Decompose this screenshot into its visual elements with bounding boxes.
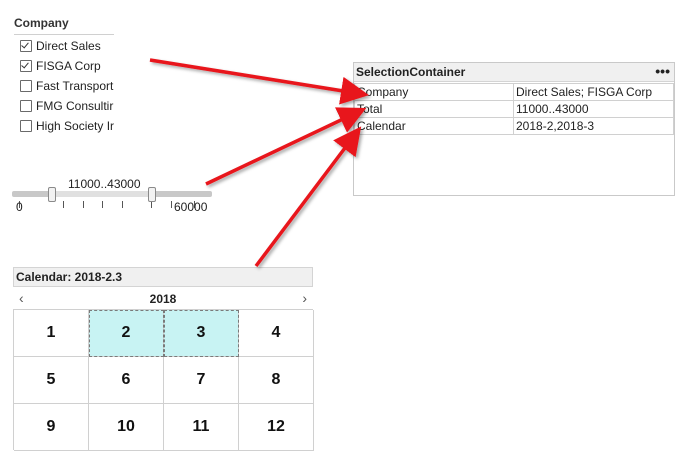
selection-field: Total bbox=[354, 100, 514, 118]
company-option-label: Direct Sales bbox=[36, 39, 101, 53]
month-cell-2[interactable]: 2 bbox=[89, 310, 164, 357]
slider-max-label: 60000 bbox=[174, 200, 208, 214]
checkbox[interactable] bbox=[20, 80, 32, 92]
selection-table: Company Direct Sales; FISGA Corp Total 1… bbox=[354, 83, 674, 135]
company-filter-panel: Company Direct Sales FISGA Corp Fast Tra… bbox=[14, 14, 114, 144]
slider-tick bbox=[63, 201, 64, 208]
slider-low-handle[interactable] bbox=[48, 187, 56, 202]
month-cell-7[interactable]: 7 bbox=[164, 357, 239, 404]
company-option-label: FMG Consultir bbox=[36, 99, 114, 113]
calendar-header: Calendar: 2018-2.3 bbox=[13, 267, 313, 287]
company-option-fast-transport[interactable]: Fast Transport bbox=[20, 76, 120, 96]
selection-container: SelectionContainer ••• Company Direct Sa… bbox=[353, 62, 675, 196]
month-cell-6[interactable]: 6 bbox=[89, 357, 164, 404]
checkbox[interactable] bbox=[20, 120, 32, 132]
selection-value: Direct Sales; FISGA Corp bbox=[513, 83, 674, 101]
table-row: Calendar 2018-2,2018-3 bbox=[354, 117, 674, 135]
slider-tick bbox=[102, 201, 103, 208]
slider-tick bbox=[171, 201, 172, 208]
selection-field: Calendar bbox=[354, 117, 514, 135]
table-row: Company Direct Sales; FISGA Corp bbox=[354, 83, 674, 101]
month-cell-3[interactable]: 3 bbox=[164, 310, 239, 357]
checkbox[interactable] bbox=[20, 60, 32, 72]
selection-container-title: SelectionContainer bbox=[356, 65, 466, 79]
month-cell-9[interactable]: 9 bbox=[14, 404, 89, 451]
checkbox[interactable] bbox=[20, 100, 32, 112]
company-option-label: High Society Ir bbox=[36, 119, 115, 133]
arrow-slider-to-selection bbox=[205, 107, 367, 186]
arrow-calendar-to-selection bbox=[254, 126, 362, 268]
company-option-label: Fast Transport bbox=[36, 79, 114, 93]
month-cell-8[interactable]: 8 bbox=[239, 357, 314, 404]
slider-tick bbox=[83, 201, 84, 208]
month-cell-4[interactable]: 4 bbox=[239, 310, 314, 357]
calendar-title: Calendar: 2018-2.3 bbox=[16, 270, 123, 284]
checkbox[interactable] bbox=[20, 40, 32, 52]
slider-high-handle[interactable] bbox=[148, 187, 156, 202]
slider-tick bbox=[122, 201, 123, 208]
chevron-right-icon[interactable]: › bbox=[302, 290, 307, 306]
company-option-direct-sales[interactable]: Direct Sales bbox=[20, 36, 120, 56]
company-option-fmg-consulting[interactable]: FMG Consultir bbox=[20, 96, 120, 116]
calendar-filter-panel: Calendar: 2018-2.3 ‹ 2018 › 1 2 3 4 5 6 … bbox=[13, 267, 314, 451]
month-cell-10[interactable]: 10 bbox=[89, 404, 164, 451]
slider-tick bbox=[151, 201, 152, 208]
month-cell-1[interactable]: 1 bbox=[14, 310, 89, 357]
arrow-company-to-selection bbox=[149, 58, 369, 105]
total-range-slider[interactable]: 11000..43000 0 60000 bbox=[12, 175, 212, 215]
slider-min-label: 0 bbox=[16, 200, 23, 214]
calendar-year: 2018 bbox=[149, 292, 177, 306]
slider-selected-range bbox=[51, 191, 151, 197]
month-cell-5[interactable]: 5 bbox=[14, 357, 89, 404]
slider-value-label: 11000..43000 bbox=[68, 177, 141, 191]
more-horizontal-icon[interactable]: ••• bbox=[655, 63, 670, 79]
company-option-label: FISGA Corp bbox=[36, 59, 101, 73]
company-title-divider bbox=[14, 34, 114, 35]
company-option-fisga-corp[interactable]: FISGA Corp bbox=[20, 56, 120, 76]
calendar-year-nav: ‹ 2018 › bbox=[13, 289, 313, 309]
selection-value: 2018-2,2018-3 bbox=[513, 117, 674, 135]
selection-value: 11000..43000 bbox=[513, 100, 674, 118]
company-title: Company bbox=[14, 16, 69, 30]
month-cell-12[interactable]: 12 bbox=[239, 404, 314, 451]
month-grid: 1 2 3 4 5 6 7 8 9 10 11 12 bbox=[13, 309, 314, 451]
selection-field: Company bbox=[354, 83, 514, 101]
month-cell-11[interactable]: 11 bbox=[164, 404, 239, 451]
selection-container-header: SelectionContainer ••• bbox=[354, 63, 674, 82]
company-option-high-society[interactable]: High Society Ir bbox=[20, 116, 120, 136]
table-row: Total 11000..43000 bbox=[354, 100, 674, 118]
